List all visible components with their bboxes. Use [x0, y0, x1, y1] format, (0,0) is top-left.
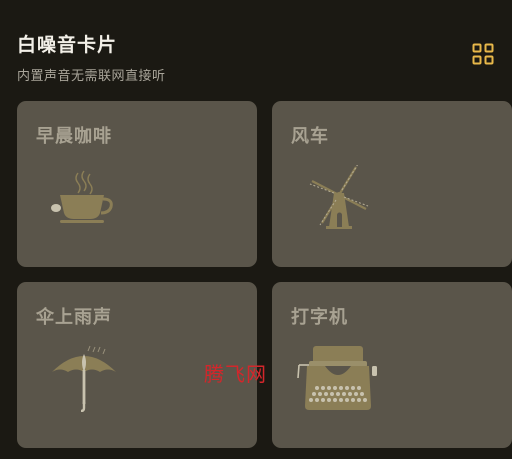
umbrella-icon — [52, 345, 116, 412]
grid-icon — [472, 43, 494, 65]
card-typewriter[interactable]: 打字机 — [272, 282, 512, 448]
watermark-text: 腾飞网 — [204, 362, 267, 386]
card-label: 打字机 — [291, 307, 348, 328]
page-subtitle: 内置声音无需联网直接听 — [17, 69, 166, 84]
card-label: 早晨咖啡 — [36, 126, 112, 147]
grid-view-button[interactable] — [472, 43, 494, 65]
coffee-cup-icon — [51, 170, 113, 223]
card-label: 伞上雨声 — [36, 307, 112, 328]
typewriter-icon — [297, 346, 377, 410]
card-windmill[interactable]: 风车 — [272, 101, 512, 267]
page-title: 白噪音卡片 — [17, 34, 118, 56]
card-label: 风车 — [291, 126, 329, 147]
card-morning-coffee[interactable]: 早晨咖啡 — [17, 101, 257, 267]
windmill-icon — [309, 165, 369, 229]
header: 白噪音卡片 内置声音无需联网直接听 — [17, 30, 166, 84]
